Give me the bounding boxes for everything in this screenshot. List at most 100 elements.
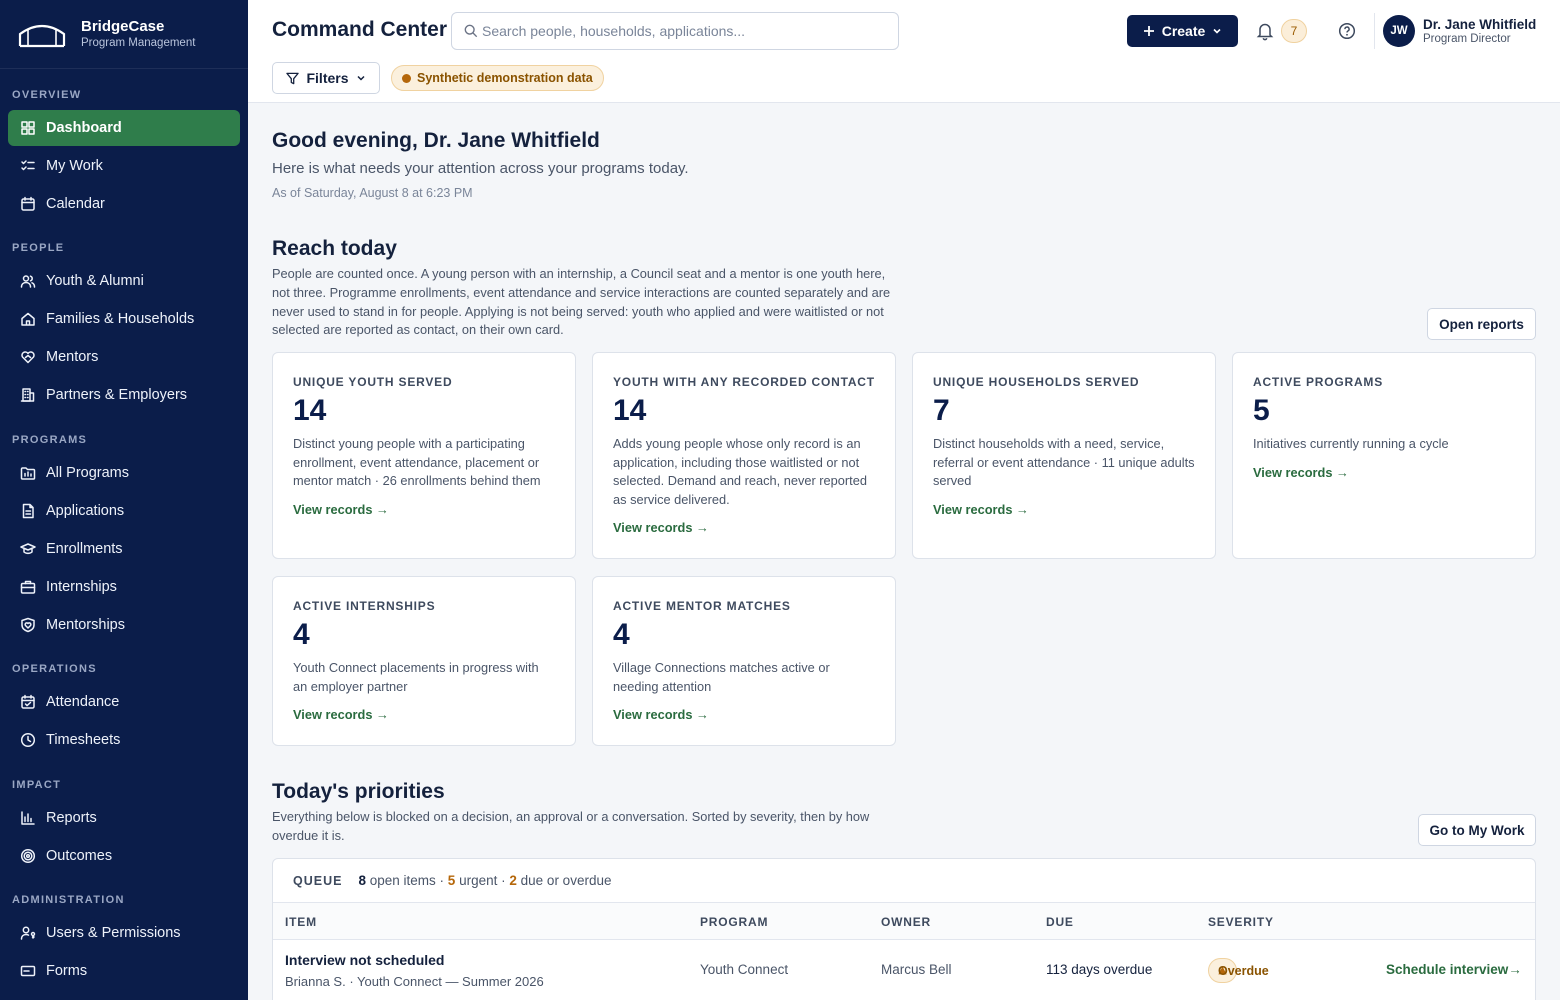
main-content: Good evening, Dr. Jane Whitfield Here is…: [248, 103, 1560, 1000]
sidebar-item-label: Attendance: [46, 694, 120, 710]
create-button[interactable]: Create: [1127, 15, 1238, 47]
building-icon: [20, 387, 36, 403]
sidebar-item-label: Youth & Alumni: [46, 273, 144, 289]
sidebar-item-partners-and-employers[interactable]: Partners & Employers: [8, 377, 240, 413]
sidebar-item-attendance[interactable]: Attendance: [8, 684, 240, 720]
row-item-title[interactable]: Interview not scheduled: [285, 952, 444, 968]
view-records-link[interactable]: View records →: [1253, 465, 1349, 480]
sidebar-item-families-and-households[interactable]: Families & Households: [8, 301, 240, 337]
nav-section-impact: IMPACT: [12, 779, 62, 791]
user-name[interactable]: Dr. Jane Whitfield: [1423, 17, 1536, 32]
handshake-heart-icon: [20, 349, 36, 365]
filter-icon: [286, 72, 300, 84]
row-item-subtitle: Brianna S. · Youth Connect — Summer 2026: [285, 974, 544, 989]
reach-description: People are counted once. A young person …: [272, 266, 891, 338]
priorities-title: Today's priorities: [272, 780, 445, 803]
dashboard-icon: [20, 120, 36, 136]
status-dot-icon: [402, 73, 411, 83]
brand-subtitle: Program Management: [81, 37, 196, 49]
column-header-program[interactable]: PROGRAM: [700, 915, 768, 929]
sidebar-item-forms[interactable]: Forms: [8, 953, 240, 989]
sidebar-item-my-work[interactable]: My Work: [8, 148, 240, 184]
sidebar-item-label: My Work: [46, 158, 103, 174]
sidebar-item-reports[interactable]: Reports: [8, 800, 240, 836]
urgent-text: urgent ·: [459, 873, 506, 888]
view-records-link[interactable]: View records →: [613, 707, 709, 722]
sidebar-item-label: Partners & Employers: [46, 387, 188, 403]
row-due: 113 days overdue: [1046, 962, 1153, 977]
table-row[interactable]: Interview not scheduled Brianna S. · You…: [273, 940, 1535, 1000]
bridge-logo-icon: [18, 24, 66, 48]
chevron-down-icon: [1213, 28, 1221, 34]
chevron-down-icon: [356, 75, 365, 81]
metric-value: 14: [293, 394, 327, 427]
create-label: Create: [1161, 23, 1206, 39]
document-icon: [20, 503, 36, 519]
sidebar-item-dashboard[interactable]: Dashboard: [8, 110, 240, 146]
search-icon: [464, 24, 478, 38]
bar-chart-icon: [20, 810, 36, 826]
schedule-interview-link[interactable]: Schedule interview→: [1386, 962, 1522, 977]
calendar-icon: [20, 196, 36, 212]
sidebar-item-all-programs[interactable]: All Programs: [8, 455, 240, 491]
metric-description: Distinct young people with a participati…: [293, 436, 541, 489]
brand[interactable]: BridgeCase Program Management: [0, 0, 248, 69]
greeting-subtitle: Here is what needs your attention across…: [272, 160, 689, 177]
metric-description: Initiatives currently running a cycle: [1253, 436, 1449, 451]
sidebar-item-internships[interactable]: Internships: [8, 569, 240, 605]
help-icon[interactable]: [1338, 22, 1356, 40]
column-header-due[interactable]: DUE: [1046, 915, 1074, 929]
column-header-severity[interactable]: SEVERITY: [1208, 915, 1274, 929]
sidebar-item-outcomes[interactable]: Outcomes: [8, 838, 240, 874]
queue-label: QUEUE: [293, 873, 343, 888]
view-records-link[interactable]: View records →: [293, 502, 389, 517]
sidebar-item-label: Outcomes: [46, 848, 113, 864]
column-header-owner[interactable]: OWNER: [881, 915, 931, 929]
filters-button[interactable]: Filters: [272, 62, 380, 94]
notification-count-badge[interactable]: 7: [1281, 19, 1307, 43]
metric-card-active-internships: ACTIVE INTERNSHIPS 4 Youth Connect placeme…: [272, 576, 576, 746]
metric-value: 7: [933, 394, 950, 427]
bell-icon[interactable]: [1256, 21, 1274, 41]
sidebar-item-mentorships[interactable]: Mentorships: [8, 607, 240, 643]
sidebar-item-timesheets[interactable]: Timesheets: [8, 722, 240, 758]
view-records-link[interactable]: View records →: [293, 707, 389, 722]
form-icon: [20, 963, 36, 979]
view-records-link[interactable]: View records →: [933, 502, 1029, 517]
nav-section-people: PEOPLE: [12, 242, 65, 254]
search-box[interactable]: [451, 12, 899, 50]
avatar[interactable]: JW: [1383, 15, 1415, 47]
sidebar-item-youth-and-alumni[interactable]: Youth & Alumni: [8, 263, 240, 299]
go-to-my-work-button[interactable]: Go to My Work: [1418, 814, 1536, 846]
column-header-item[interactable]: ITEM: [285, 915, 317, 929]
sidebar-item-enrollments[interactable]: Enrollments: [8, 531, 240, 567]
view-records-link[interactable]: View records →: [613, 520, 709, 535]
filters-label: Filters: [306, 70, 349, 86]
sidebar-item-label: Timesheets: [46, 732, 121, 748]
open-reports-button[interactable]: Open reports: [1427, 308, 1536, 340]
top-bar: Command Center Create 7 JW Dr. Jane Whit…: [248, 0, 1560, 103]
metric-card-unique-youth-served: UNIQUE YOUTH SERVED 14 Distinct young peop…: [272, 352, 576, 559]
metric-value: 4: [613, 618, 630, 651]
metric-card-active-mentor-matches: ACTIVE MENTOR MATCHES 4 Village Connection…: [592, 576, 896, 746]
calendar-check-icon: [20, 694, 36, 710]
sidebar-item-label: All Programs: [46, 465, 129, 481]
clock-icon: [20, 732, 36, 748]
open-count: 8: [358, 873, 366, 888]
open-text: open items ·: [369, 873, 445, 888]
user-role: Program Director: [1423, 33, 1511, 45]
sidebar-item-label: Reports: [46, 810, 97, 826]
queue-summary: QUEUE 8 open items · 5 urgent · 2 due or…: [273, 859, 1535, 903]
sidebar-item-label: Applications: [46, 503, 125, 519]
metric-label: ACTIVE INTERNSHIPS: [293, 599, 436, 613]
sidebar-item-applications[interactable]: Applications: [8, 493, 240, 529]
shield-heart-icon: [20, 617, 36, 633]
nav-section-administration: ADMINISTRATION: [12, 894, 125, 906]
sidebar-item-mentors[interactable]: Mentors: [8, 339, 240, 375]
sidebar-item-users-and-permissions[interactable]: Users & Permissions: [8, 915, 240, 951]
metric-value: 5: [1253, 394, 1270, 427]
sidebar-item-label: Mentorships: [46, 617, 125, 633]
users-icon: [20, 273, 36, 289]
sidebar-item-calendar[interactable]: Calendar: [8, 186, 240, 222]
search-input[interactable]: [482, 23, 882, 39]
